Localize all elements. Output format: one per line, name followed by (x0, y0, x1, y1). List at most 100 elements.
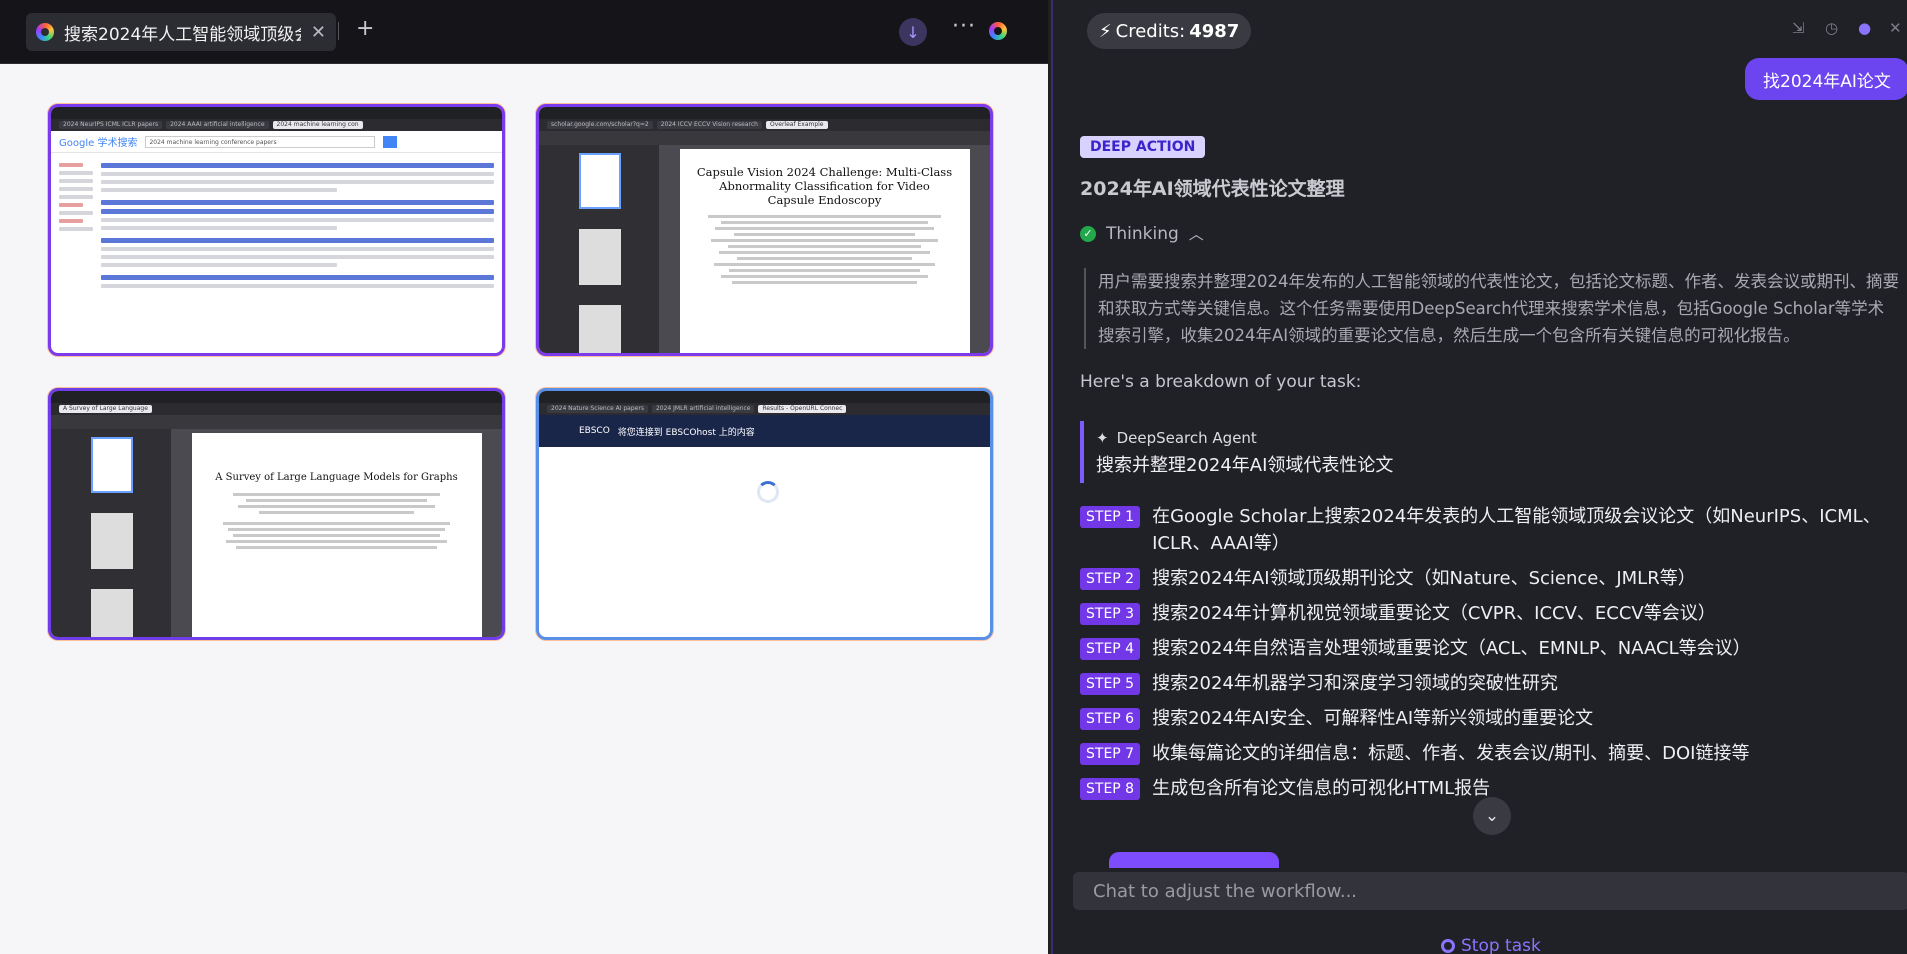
thumb-tab: 2024 ICCV ECCV Vision research (656, 121, 762, 129)
page-thumbnail[interactable] (579, 153, 621, 209)
page-thumbnail[interactable] (579, 229, 621, 285)
breakdown-heading: Here's a breakdown of your task: (1080, 372, 1362, 392)
pdf-viewer: Capsule Vision 2024 Challenge: Multi-Cla… (539, 145, 990, 353)
thumb-tab: Overleaf Example (765, 121, 828, 129)
history-icon[interactable]: ◷ (1825, 19, 1838, 37)
pdf-toolbar (51, 415, 502, 429)
step-list: STEP 1 在Google Scholar上搜索2024年发表的人工智能领域顶… (1080, 506, 1900, 813)
share-icon[interactable]: ⇲ (1792, 19, 1805, 37)
screenshot-thumb-llm-graphs-pdf[interactable]: A Survey of Large Language A Survey of L… (48, 388, 505, 640)
credits-badge[interactable]: ⚡ Credits: 4987 (1087, 13, 1252, 49)
step-text: 收集每篇论文的详细信息：标题、作者、发表会议/期刊、摘要、DOI链接等 (1152, 743, 1750, 764)
scholar-result-list (101, 159, 494, 292)
ebsco-header: EBSCO 将您连接到 EBSCOhost 上的内容 (539, 415, 990, 447)
new-tab-button[interactable]: + (356, 16, 374, 41)
step-tag: STEP 5 (1080, 673, 1141, 695)
agent-card: ✦ DeepSearch Agent 搜索并整理2024年AI领域代表性论文 (1080, 421, 1393, 483)
thumb-tabs: scholar.google.com/scholar?q=2 2024 ICCV… (539, 119, 990, 131)
screenshot-thumb-capsule-pdf[interactable]: scholar.google.com/scholar?q=2 2024 ICCV… (536, 104, 993, 356)
pdf-paper-title: Capsule Vision 2024 Challenge: Multi-Cla… (696, 165, 953, 207)
pdf-page: Capsule Vision 2024 Challenge: Multi-Cla… (679, 149, 970, 353)
pdf-page: A Survey of Large Language Models for Gr… (191, 433, 482, 637)
thumb-titlebar (51, 391, 502, 403)
thinking-toggle[interactable]: ✓ Thinking ︿ (1080, 223, 1204, 244)
stop-task-button[interactable]: Stop task (1441, 936, 1541, 954)
page-thumbnail[interactable] (91, 437, 133, 493)
step-tag: STEP 6 (1080, 708, 1141, 730)
step-item: STEP 7 收集每篇论文的详细信息：标题、作者、发表会议/期刊、摘要、DOI链… (1080, 743, 1900, 767)
close-icon[interactable]: ✕ (1889, 19, 1902, 37)
pdf-viewer: A Survey of Large Language Models for Gr… (51, 429, 502, 637)
step-item: STEP 2 搜索2024年AI领域顶级期刊论文（如Nature、Science… (1080, 568, 1900, 592)
scroll-down-button[interactable]: ⌄ (1473, 797, 1511, 835)
pdf-sidebar (539, 145, 659, 353)
stop-task-label: Stop task (1461, 936, 1541, 954)
browser-pane: 搜索2024年人工智能领域顶级会 ✕ + ↓ ··· 2024 NeurIPS … (0, 0, 1048, 954)
tab-favicon-icon (36, 23, 54, 41)
thumb-tab: 2024 machine learning con (272, 121, 363, 129)
download-icon[interactable]: ↓ (899, 18, 927, 46)
pdf-paper-title: A Survey of Large Language Models for Gr… (215, 472, 458, 483)
step-item: STEP 4 搜索2024年自然语言处理领域重要论文（ACL、EMNLP、NAA… (1080, 638, 1900, 662)
credits-label: Credits: (1115, 20, 1186, 42)
thumb-tab: Results - OpenURL Connec (758, 405, 847, 413)
deep-action-badge: DEEP ACTION (1080, 136, 1206, 158)
more-menu-icon[interactable]: ··· (952, 14, 976, 39)
step-tag: STEP 3 (1080, 603, 1141, 625)
step-text: 搜索2024年AI领域顶级期刊论文（如Nature、Science、JMLR等） (1152, 568, 1696, 589)
step-text: 搜索2024年AI安全、可解释性AI等新兴领域的重要论文 (1152, 708, 1594, 729)
check-icon: ✓ (1080, 225, 1096, 242)
step-item: STEP 5 搜索2024年机器学习和深度学习领域的突破性研究 (1080, 673, 1900, 697)
chevron-up-icon: ︿ (1188, 225, 1204, 243)
chat-input[interactable]: Chat to adjust the workflow... (1073, 872, 1907, 910)
response-title: 2024年AI领域代表性论文整理 (1080, 178, 1345, 200)
step-tag: STEP 7 (1080, 743, 1141, 765)
screenshot-thumb-ebsco[interactable]: 2024 Nature Science AI papers 2024 JMLR … (536, 388, 993, 640)
scholar-results (51, 153, 502, 298)
thumb-titlebar (51, 107, 502, 119)
scholar-header: Google 学术搜索 2024 machine learning confer… (51, 131, 502, 153)
page-thumbnail[interactable] (579, 305, 621, 353)
scholar-filters (59, 159, 93, 292)
agent-header: ✦ DeepSearch Agent (1096, 429, 1393, 447)
thumb-tab: A Survey of Large Language (59, 405, 152, 413)
step-tag: STEP 4 (1080, 638, 1141, 660)
step-tag: STEP 1 (1080, 506, 1141, 528)
tab-close-icon[interactable]: ✕ (311, 22, 326, 43)
ebsco-notice: 将您连接到 EBSCOhost 上的内容 (617, 427, 755, 438)
next-card-peek (1109, 852, 1279, 868)
tab-title: 搜索2024年人工智能领域顶级会 (64, 24, 301, 45)
thumb-tab: 2024 JMLR artificial intelligence (651, 405, 755, 413)
assistant-panel: ⚡ Credits: 4987 ⇲ ◷ ● ✕ 找2024年AI论文 DEEP … (1051, 0, 1907, 954)
search-icon (383, 135, 398, 148)
step-item: STEP 1 在Google Scholar上搜索2024年发表的人工智能领域顶… (1080, 506, 1900, 557)
step-text: 搜索2024年自然语言处理领域重要论文（ACL、EMNLP、NAACL等会议） (1152, 638, 1751, 659)
step-text: 在Google Scholar上搜索2024年发表的人工智能领域顶级会议论文（如… (1152, 506, 1881, 554)
page-thumbnail[interactable] (91, 589, 133, 637)
sparkle-icon: ✦ (1096, 429, 1109, 447)
page-thumbnail[interactable] (91, 513, 133, 569)
step-text: 生成包含所有论文信息的可视化HTML报告 (1152, 778, 1491, 799)
step-tag: STEP 8 (1080, 778, 1141, 800)
credits-value: 4987 (1189, 20, 1240, 42)
step-text: 搜索2024年机器学习和深度学习领域的突破性研究 (1152, 673, 1558, 694)
loading-spinner-icon (757, 481, 779, 503)
thumb-tab: 2024 AAAI artificial intelligence (166, 121, 269, 129)
pin-icon[interactable]: ● (1858, 19, 1871, 37)
thumb-tabs: 2024 NeurIPS ICML ICLR papers 2024 AAAI … (51, 119, 502, 131)
app-logo-icon[interactable] (989, 22, 1007, 40)
browser-tab[interactable]: 搜索2024年人工智能领域顶级会 ✕ (26, 13, 336, 51)
user-message: 找2024年AI论文 (1745, 58, 1907, 100)
thumb-tab: 2024 Nature Science AI papers (547, 405, 648, 413)
pdf-toolbar (539, 131, 990, 145)
pdf-page-area: A Survey of Large Language Models for Gr… (171, 429, 502, 637)
toolbar-divider (338, 22, 339, 40)
pdf-sidebar (51, 429, 171, 637)
thumb-tabs: A Survey of Large Language (51, 403, 502, 415)
thumb-titlebar (539, 107, 990, 119)
screenshot-thumb-scholar[interactable]: 2024 NeurIPS ICML ICLR papers 2024 AAAI … (48, 104, 505, 356)
thinking-label: Thinking (1106, 223, 1179, 244)
thumb-tab: 2024 NeurIPS ICML ICLR papers (59, 121, 163, 129)
thumb-tabs: 2024 Nature Science AI papers 2024 JMLR … (539, 403, 990, 415)
step-text: 搜索2024年计算机视觉领域重要论文（CVPR、ICCV、ECCV等会议） (1152, 603, 1716, 624)
